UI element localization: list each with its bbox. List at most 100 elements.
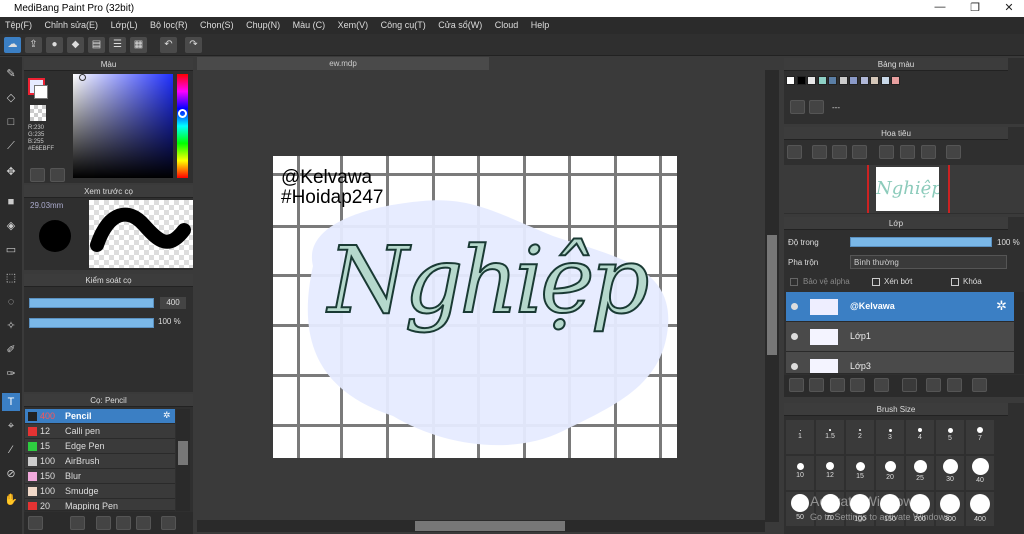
fit-screen-icon[interactable]	[832, 145, 847, 159]
lasso-tool-icon[interactable]: ◌	[2, 293, 20, 311]
color-option-button-2[interactable]	[50, 168, 65, 182]
visibility-icon[interactable]	[791, 333, 798, 340]
menu-select[interactable]: Chọn(S)	[195, 17, 239, 33]
canvas-horizontal-scrollbar[interactable]	[197, 520, 765, 532]
list-item[interactable]: 100 AirBrush	[25, 454, 175, 469]
secondary-color-swatch[interactable]	[34, 85, 48, 99]
brush-folder-icon[interactable]	[116, 516, 131, 530]
menu-file[interactable]: Tệp(F)	[0, 17, 37, 33]
add-layer-menu-icon[interactable]	[874, 378, 889, 392]
magic-wand-tool-icon[interactable]: ✧	[2, 317, 20, 335]
menu-capture[interactable]: Chụp(N)	[241, 17, 285, 33]
fill-shape-tool-icon[interactable]: ■	[2, 193, 20, 211]
brush-size-option[interactable]: 25	[906, 456, 934, 490]
add-brush-icon[interactable]	[28, 516, 43, 530]
zoom-out-icon[interactable]	[852, 145, 867, 159]
merge-layer-icon[interactable]	[947, 378, 962, 392]
brush-settings-icon[interactable]	[70, 516, 85, 530]
canvas-horizontal-scroll-thumb[interactable]	[415, 521, 565, 531]
transparent-swatch[interactable]	[30, 105, 46, 121]
list-item[interactable]: 100 Smudge	[25, 484, 175, 499]
eyedropper-tool-icon[interactable]: ⁄	[2, 441, 20, 459]
menu-window[interactable]: Cửa sổ(W)	[433, 17, 487, 33]
clipping-checkbox[interactable]	[872, 278, 880, 286]
brush-list-scroll-thumb[interactable]	[178, 441, 188, 465]
palette-swatch[interactable]	[859, 76, 869, 85]
redo-icon[interactable]: ↷	[185, 37, 202, 53]
list-item[interactable]: 12 Calli pen	[25, 424, 175, 439]
hue-slider[interactable]	[177, 74, 188, 178]
zoom-in-icon[interactable]	[787, 145, 802, 159]
trash-icon[interactable]	[972, 378, 987, 392]
brush-size-option[interactable]: 4	[906, 420, 934, 454]
brush-tool-icon[interactable]: ✎	[2, 65, 20, 83]
select-tool-icon[interactable]: ⬚	[2, 269, 20, 287]
protect-alpha-checkbox[interactable]	[790, 278, 798, 286]
layer-scrollbar[interactable]	[1014, 292, 1024, 374]
trash-icon[interactable]	[809, 100, 824, 114]
gear-icon[interactable]: ✲	[996, 298, 1007, 314]
list-item[interactable]: 15 Edge Pen	[25, 439, 175, 454]
select-eraser-tool-icon[interactable]: ✑	[2, 365, 20, 383]
operation-tool-icon[interactable]: ⌖	[2, 417, 20, 435]
palette-swatch[interactable]	[807, 76, 816, 85]
brush-size-value[interactable]: 400	[160, 297, 186, 309]
minimize-button[interactable]: —	[925, 1, 955, 16]
add-palette-icon[interactable]	[790, 100, 805, 114]
trash-icon[interactable]	[161, 516, 176, 530]
color-option-button-1[interactable]	[30, 168, 45, 182]
brush-opacity-slider[interactable]	[29, 318, 154, 328]
palette-swatch[interactable]	[786, 76, 795, 85]
menu-color[interactable]: Màu (C)	[288, 17, 331, 33]
comment-icon[interactable]: ●	[46, 37, 63, 53]
brush-size-option[interactable]: 400	[966, 492, 994, 526]
palette-swatch[interactable]	[891, 76, 900, 85]
brush-size-slider[interactable]	[29, 298, 154, 308]
menu-tools[interactable]: Công cụ(T)	[376, 17, 431, 33]
new-1bit-layer-icon[interactable]	[850, 378, 865, 392]
brush-size-option[interactable]: 1	[786, 420, 814, 454]
rotate-right-icon[interactable]	[921, 145, 936, 159]
menu-layer[interactable]: Lớp(L)	[106, 17, 143, 33]
folder-icon[interactable]	[902, 378, 917, 392]
menu-cloud[interactable]: Cloud	[490, 17, 524, 33]
brush-size-option[interactable]: 2	[846, 420, 874, 454]
list-item[interactable]: 400 Pencil ✲	[25, 409, 175, 424]
brush-size-option[interactable]: 10	[786, 456, 814, 490]
text-tool-icon[interactable]: T	[2, 393, 20, 411]
brush-size-option[interactable]: 30	[936, 456, 964, 490]
document-tab[interactable]: ew.mdp	[197, 57, 489, 70]
brush-size-option[interactable]: 12	[816, 456, 844, 490]
brush-size-option[interactable]: 5	[936, 420, 964, 454]
upload-icon[interactable]: ⇪	[25, 37, 42, 53]
canvas-vertical-scroll-thumb[interactable]	[767, 235, 777, 355]
palette-swatch[interactable]	[849, 76, 858, 85]
hand-tool-icon[interactable]: ✋	[2, 491, 20, 509]
palette-swatch[interactable]	[870, 76, 879, 85]
grid-icon[interactable]: ▦	[130, 37, 147, 53]
palette-swatch[interactable]	[796, 76, 806, 85]
close-button[interactable]: ✕	[994, 1, 1024, 16]
move-tool-icon[interactable]: ✥	[2, 163, 20, 181]
hue-slider-handle[interactable]	[178, 109, 187, 118]
list-item[interactable]: 20 Mapping Pen	[25, 499, 175, 511]
zoom-in-alt-icon[interactable]	[812, 145, 827, 159]
brush-size-option[interactable]: 7	[966, 420, 994, 454]
new-layer-icon[interactable]	[789, 378, 804, 392]
visibility-icon[interactable]	[791, 303, 798, 310]
reset-view-icon[interactable]	[900, 145, 915, 159]
palette-swatch[interactable]	[838, 76, 848, 85]
menu-filter[interactable]: Bộ lọc(R)	[145, 17, 193, 33]
gear-icon[interactable]: ✲	[163, 410, 171, 421]
new-8bit-layer-icon[interactable]	[830, 378, 845, 392]
chat-icon[interactable]: ◆	[67, 37, 84, 53]
line-tool-icon[interactable]: ⟋	[2, 137, 20, 155]
rectangle-tool-icon[interactable]: □	[2, 113, 20, 131]
rotate-left-icon[interactable]	[879, 145, 894, 159]
brush-copy-icon[interactable]	[136, 516, 151, 530]
list-item[interactable]: 150 Blur	[25, 469, 175, 484]
palette-swatch[interactable]	[880, 76, 890, 85]
eraser-tool-icon[interactable]: ◇	[2, 89, 20, 107]
maximize-button[interactable]: ❐	[960, 1, 990, 16]
undo-icon[interactable]: ↶	[160, 37, 177, 53]
